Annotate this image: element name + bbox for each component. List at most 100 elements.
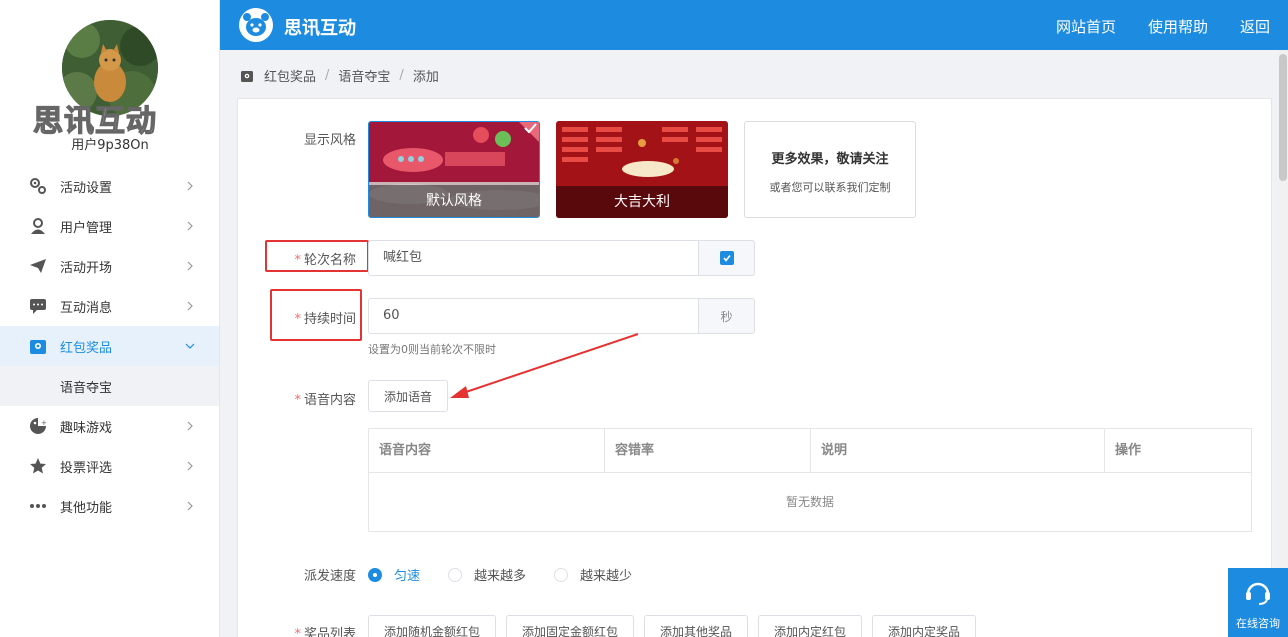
round-name-addon[interactable] bbox=[699, 240, 755, 276]
sidebar-menu: 活动设置 用户管理 活动开场 互动消息 红包奖品 语音夺宝 + 趣味游戏 投票评… bbox=[0, 166, 219, 526]
add-reserved-prize-button[interactable]: 添加内定奖品 bbox=[872, 615, 976, 637]
app-title: 思讯互动 bbox=[284, 18, 356, 39]
form-card: 显示风格 默认风格 大吉大利 更多效果，敬请关注 或者您可以联系我们定制 * 轮… bbox=[237, 98, 1272, 637]
radio-label: 越来越少 bbox=[580, 569, 633, 584]
gift-box-icon bbox=[241, 70, 253, 82]
sidebar-item-other-functions[interactable]: 其他功能 bbox=[0, 486, 219, 526]
check-icon bbox=[722, 255, 731, 262]
chevron-right-icon bbox=[187, 421, 193, 431]
more-styles-subtitle: 或者您可以联系我们定制 bbox=[769, 181, 891, 194]
duration-label: * 持续时间 bbox=[294, 312, 356, 327]
bear-logo-icon[interactable] bbox=[238, 7, 274, 43]
link-home[interactable]: 网站首页 bbox=[1056, 16, 1116, 37]
sidebar-item-label: 互动消息 bbox=[60, 300, 113, 316]
link-back[interactable]: 返回 bbox=[1240, 16, 1270, 37]
user-icon bbox=[28, 216, 48, 236]
duration-unit: 秒 bbox=[699, 298, 755, 334]
sidebar-item-user-management[interactable]: 用户管理 bbox=[0, 206, 219, 246]
sidebar-item-label: 活动开场 bbox=[60, 260, 113, 276]
breadcrumb-separator: / bbox=[325, 68, 330, 83]
sidebar-item-label: 用户管理 bbox=[60, 220, 113, 236]
scrollbar-thumb[interactable] bbox=[1279, 54, 1287, 181]
radio-circle[interactable] bbox=[368, 567, 382, 582]
add-fixed-red-packet-button[interactable]: 添加固定金额红包 bbox=[506, 615, 634, 637]
radio-circle[interactable] bbox=[554, 567, 569, 582]
more-styles-box: 更多效果，敬请关注 或者您可以联系我们定制 bbox=[744, 121, 916, 218]
sidebar-item-interactive-messages[interactable]: 互动消息 bbox=[0, 286, 219, 326]
speed-radio-group: 匀速 越来越多 越来越少 bbox=[368, 565, 660, 584]
breadcrumb-item[interactable]: 语音夺宝 bbox=[338, 66, 390, 85]
table-empty-text: 暂无数据 bbox=[785, 495, 834, 509]
more-styles-title: 更多效果，敬请关注 bbox=[771, 152, 889, 167]
table-header-cell: 语音内容 bbox=[369, 429, 605, 473]
link-help[interactable]: 使用帮助 bbox=[1148, 16, 1208, 37]
table-header-cell: 容错率 bbox=[605, 429, 811, 473]
speed-label: 派发速度 bbox=[303, 569, 356, 584]
add-voice-button[interactable]: 添加语音 bbox=[368, 380, 448, 412]
submenu-item-voice-treasure[interactable]: 语音夺宝 bbox=[0, 366, 219, 406]
sidebar-item-activity-opening[interactable]: 活动开场 bbox=[0, 246, 219, 286]
add-reserved-red-packet-button[interactable]: 添加内定红包 bbox=[758, 615, 862, 637]
username: 用户9p38On bbox=[71, 138, 149, 153]
online-consult-widget[interactable]: 在线咨询 bbox=[1228, 568, 1288, 637]
star-icon bbox=[28, 456, 48, 476]
paper-plane-icon bbox=[28, 256, 48, 276]
sidebar-item-label: 红包奖品 bbox=[60, 340, 113, 356]
sidebar-item-activity-settings[interactable]: 活动设置 bbox=[0, 166, 219, 206]
style-option-caption: 默认风格 bbox=[369, 185, 539, 217]
style-option-default[interactable]: 默认风格 bbox=[368, 121, 540, 218]
ellipsis-icon bbox=[28, 496, 48, 516]
radio-increasing[interactable]: 越来越多 bbox=[448, 565, 526, 584]
add-other-prize-button[interactable]: 添加其他奖品 bbox=[644, 615, 748, 637]
sidebar-item-red-packet-prizes[interactable]: 红包奖品 bbox=[0, 326, 219, 366]
voice-content-label: * 语音内容 bbox=[294, 393, 356, 408]
round-name-checkbox[interactable] bbox=[719, 251, 734, 265]
chevron-right-icon bbox=[187, 301, 193, 311]
annotation-arrow bbox=[450, 333, 639, 398]
chat-bubble-icon bbox=[28, 296, 48, 316]
chevron-right-icon bbox=[187, 181, 193, 191]
gift-box-icon bbox=[28, 336, 48, 356]
add-random-red-packet-button[interactable]: 添加随机金额红包 bbox=[368, 615, 496, 637]
prize-list-label: * 奖品列表 bbox=[294, 627, 356, 637]
sidebar-item-label: 活动设置 bbox=[60, 180, 113, 196]
table-header-cell: 说明 bbox=[811, 429, 1105, 473]
style-option-caption: 大吉大利 bbox=[556, 186, 728, 218]
breadcrumb: 红包奖品 / 语音夺宝 / 添加 bbox=[240, 66, 439, 85]
sidebar-item-label: 趣味游戏 bbox=[60, 420, 113, 436]
page-scrollbar[interactable] bbox=[1278, 50, 1288, 637]
svg-text:+: + bbox=[41, 419, 47, 427]
online-consult-label: 在线咨询 bbox=[1236, 617, 1280, 630]
sidebar-item-label: 其他功能 bbox=[60, 500, 113, 516]
round-name-label: * 轮次名称 bbox=[294, 253, 356, 268]
sidebar-item-label: 投票评选 bbox=[60, 460, 113, 476]
breadcrumb-item[interactable]: 红包奖品 bbox=[264, 66, 316, 85]
table-header: 语音内容 容错率 说明 操作 bbox=[369, 429, 1251, 473]
duration-input[interactable]: 60 bbox=[368, 298, 699, 334]
breadcrumb-separator: / bbox=[399, 68, 404, 83]
chevron-right-icon bbox=[187, 501, 193, 511]
chevron-right-icon bbox=[187, 261, 193, 271]
chevron-right-icon bbox=[187, 461, 193, 471]
radio-label: 匀速 bbox=[394, 569, 421, 584]
radio-label: 越来越多 bbox=[474, 569, 527, 584]
voice-table: 语音内容 容错率 说明 操作 暂无数据 bbox=[368, 428, 1252, 532]
top-links: 网站首页 使用帮助 返回 bbox=[1056, 16, 1270, 37]
sidebar-item-voting[interactable]: 投票评选 bbox=[0, 446, 219, 486]
chevron-right-icon bbox=[187, 221, 193, 231]
top-navbar: 思讯互动 网站首页 使用帮助 返回 bbox=[220, 0, 1288, 50]
sidebar: 思讯互动 用户9p38On 活动设置 用户管理 活动开场 互动消息 红包奖品 语… bbox=[0, 0, 220, 637]
gears-icon bbox=[28, 176, 48, 196]
style-label: 显示风格 bbox=[303, 133, 356, 148]
radio-decreasing[interactable]: 越来越少 bbox=[554, 565, 632, 584]
sidebar-item-fun-games[interactable]: + 趣味游戏 bbox=[0, 406, 219, 446]
radio-circle[interactable] bbox=[448, 567, 463, 582]
table-header-cell: 操作 bbox=[1115, 443, 1142, 458]
breadcrumb-item: 添加 bbox=[412, 70, 439, 85]
chevron-down-icon bbox=[185, 343, 195, 349]
style-option-lucky[interactable]: 大吉大利 bbox=[556, 121, 728, 218]
round-name-input[interactable]: 喊红包 bbox=[368, 240, 699, 276]
radio-uniform[interactable]: 匀速 bbox=[368, 565, 420, 584]
headset-icon bbox=[1246, 582, 1270, 605]
game-icon: + bbox=[28, 416, 48, 436]
